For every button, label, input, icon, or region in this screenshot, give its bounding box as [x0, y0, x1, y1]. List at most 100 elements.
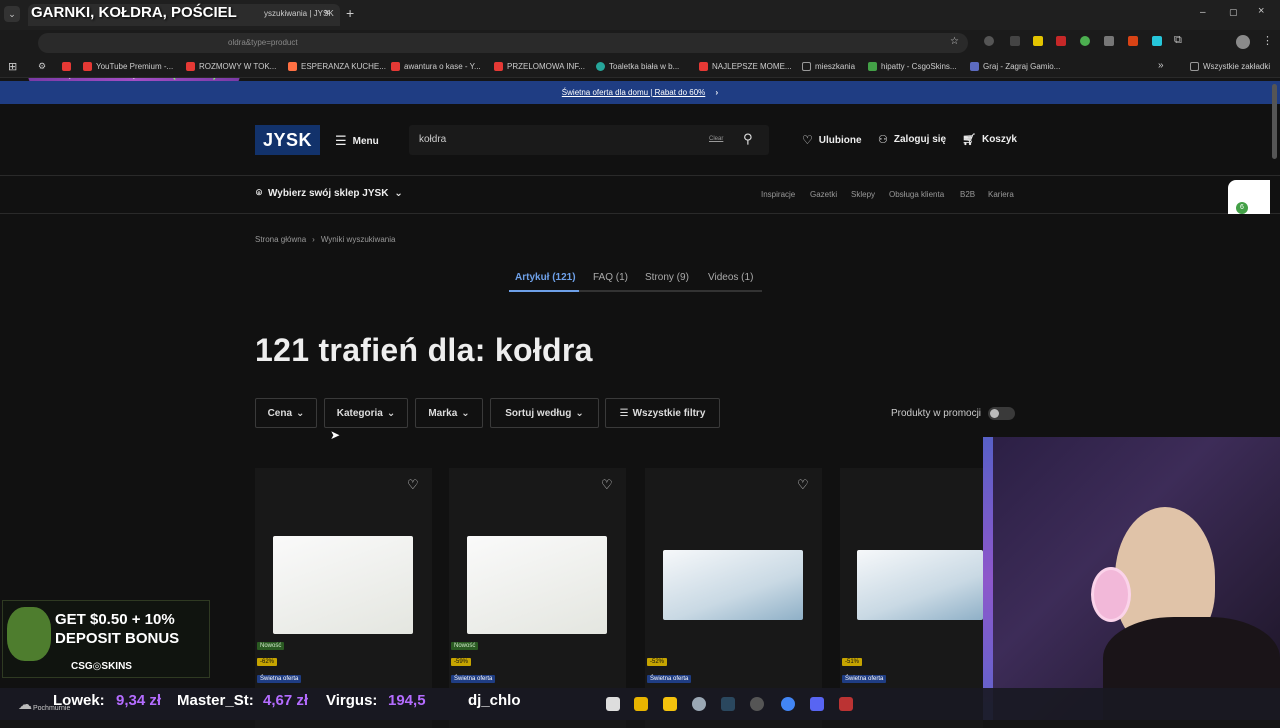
- bookmark-item[interactable]: hipatty - CsgoSkins...: [868, 62, 957, 71]
- heart-icon[interactable]: ♡: [601, 477, 613, 493]
- apps-grid-icon[interactable]: ⊞: [8, 60, 17, 73]
- streamer-webcam: [983, 437, 1280, 720]
- bookmark-favicon: [186, 62, 195, 71]
- csgoskins-ad: GET $0.50 + 10% DEPOSIT BONUS CSG◎SKINS: [2, 600, 210, 678]
- discord-icon[interactable]: [810, 697, 824, 711]
- filter-price[interactable]: Cena ⌄: [255, 398, 317, 428]
- app-icon[interactable]: [839, 697, 853, 711]
- chevron-right-icon: ›: [715, 88, 719, 97]
- more-bookmarks-icon[interactable]: »: [1158, 60, 1164, 71]
- promo-banner[interactable]: Świetna oferta dla domu | Rabat do 60% ›: [0, 81, 1280, 104]
- cart-link[interactable]: 🛒︎ Koszyk: [962, 133, 1017, 146]
- search-icon[interactable]: ⚲: [743, 131, 753, 147]
- chrome-icon[interactable]: [781, 697, 795, 711]
- product-image[interactable]: [467, 536, 607, 634]
- maximize-icon[interactable]: ▢: [1229, 7, 1238, 18]
- login-link[interactable]: ⚇ Zaloguj się: [878, 133, 946, 146]
- filter-label: Marka: [428, 407, 458, 419]
- adblock-icon[interactable]: [1056, 36, 1066, 46]
- bookmark-item[interactable]: Toaletka biała w b...: [596, 62, 679, 71]
- bookmark-item[interactable]: PRZELOMOWA INF...: [494, 62, 585, 71]
- bookmark-item[interactable]: ESPERANZA KUCHE...: [288, 62, 386, 71]
- breadcrumb-home[interactable]: Strona główna: [255, 235, 306, 244]
- extension-icon[interactable]: [1128, 36, 1138, 46]
- product-image[interactable]: [857, 550, 983, 620]
- heart-icon[interactable]: ♡: [797, 477, 809, 493]
- youtube-icon[interactable]: [62, 62, 71, 71]
- bookmark-item[interactable]: awantura o kase - Y...: [391, 62, 481, 71]
- bookmark-item[interactable]: ROZMOWY W TOK...: [186, 62, 276, 71]
- steam-icon[interactable]: [721, 697, 735, 711]
- bookmark-star-icon[interactable]: ☆: [950, 36, 959, 47]
- tab-pages[interactable]: Strony (9): [645, 272, 689, 283]
- app-icon[interactable]: [750, 697, 764, 711]
- all-bookmarks[interactable]: Wszystkie zakładki: [1190, 62, 1270, 71]
- product-image[interactable]: [273, 536, 413, 634]
- promo-toggle[interactable]: [988, 407, 1015, 420]
- settings-app-icon[interactable]: [692, 697, 706, 711]
- bookmark-favicon: [596, 62, 605, 71]
- favorites-link[interactable]: ♡ Ulubione: [802, 133, 862, 147]
- bookmark-favicon: [391, 62, 400, 71]
- extension-icon[interactable]: [1080, 36, 1090, 46]
- tab-faq[interactable]: FAQ (1): [593, 272, 628, 283]
- extension-icon[interactable]: [1152, 36, 1162, 46]
- url-field[interactable]: oldra&type=product ☆: [38, 33, 968, 53]
- search-input[interactable]: kołdra Clear ⚲: [409, 125, 769, 155]
- tab-search-icon[interactable]: ⌄: [4, 6, 20, 22]
- bookmark-item[interactable]: mieszkania: [802, 62, 855, 71]
- extension-icon[interactable]: [1033, 36, 1043, 46]
- store-icon[interactable]: [663, 697, 677, 711]
- subnav-link-inspiracje[interactable]: Inspiracje: [761, 190, 795, 199]
- filter-label: Kategoria: [336, 407, 383, 419]
- profile-avatar[interactable]: [1236, 35, 1250, 49]
- widget-badge: 6: [1236, 202, 1248, 214]
- bookmarks-bar: ⊞ ⚙ YouTube Premium -... ROZMOWY W TOK..…: [0, 56, 1280, 78]
- filter-brand[interactable]: Marka ⌄: [415, 398, 483, 428]
- new-tab-icon[interactable]: +: [346, 5, 354, 21]
- badge-offer: Świetna oferta: [842, 675, 887, 683]
- subnav-link-gazetki[interactable]: Gazetki: [810, 190, 837, 199]
- chevron-down-icon: ⌄: [386, 407, 396, 419]
- extension-icon[interactable]: [984, 36, 994, 46]
- filter-sort[interactable]: Sortuj według ⌄: [490, 398, 599, 428]
- filter-all[interactable]: ☰ Wszystkie filtry: [605, 398, 720, 428]
- kebab-menu-icon[interactable]: ⋮: [1262, 34, 1273, 47]
- subnav-link-obsluga[interactable]: Obsługa klienta: [889, 190, 944, 199]
- sub-navigation: ⌾ Wybierz swój sklep JYSK ⌄ Inspiracje G…: [0, 176, 1280, 222]
- menu-button[interactable]: ☰ Menu: [335, 133, 379, 149]
- favorites-label: Ulubione: [818, 134, 862, 146]
- subnav-link-kariera[interactable]: Kariera: [988, 190, 1014, 199]
- bookmark-item[interactable]: Graj - Zagraj Gamio...: [970, 62, 1060, 71]
- bookmark-item[interactable]: YouTube Premium -...: [83, 62, 173, 71]
- ticker-name: Master_St:: [177, 692, 254, 709]
- product-image[interactable]: [663, 550, 803, 620]
- toggle-knob: [990, 409, 999, 418]
- tab-videos[interactable]: Videos (1): [708, 272, 753, 283]
- filter-category[interactable]: Kategoria ⌄: [324, 398, 408, 428]
- badge-discount: -51%: [842, 658, 863, 666]
- store-selector[interactable]: ⌾ Wybierz swój sklep JYSK ⌄: [256, 188, 403, 199]
- file-explorer-icon[interactable]: [634, 697, 648, 711]
- window-close-icon[interactable]: ×: [1258, 5, 1264, 17]
- ad-brand: CSG◎SKINS: [71, 661, 132, 672]
- tab-close-icon[interactable]: ×: [324, 7, 330, 19]
- bookmark-label: Toaletka biała w b...: [609, 62, 680, 71]
- shield-icon[interactable]: [1104, 36, 1114, 46]
- subnav-link-b2b[interactable]: B2B: [960, 190, 975, 199]
- task-view-icon[interactable]: [606, 697, 620, 711]
- minimize-icon[interactable]: –: [1200, 7, 1206, 18]
- scrollbar-thumb[interactable]: [1272, 84, 1277, 159]
- promo-text[interactable]: Świetna oferta dla domu | Rabat do 60%: [562, 88, 706, 97]
- jysk-logo[interactable]: JYSK: [255, 125, 320, 155]
- badge-discount: -59%: [451, 658, 472, 666]
- heart-icon[interactable]: ♡: [407, 477, 419, 493]
- tab-articles[interactable]: Artykuł (121): [515, 272, 576, 283]
- bookmark-item[interactable]: NAJLEPSZE MOME...: [699, 62, 792, 71]
- store-label: Wybierz swój sklep JYSK: [268, 188, 389, 199]
- settings-icon[interactable]: ⚙: [38, 61, 46, 72]
- subnav-link-sklepy[interactable]: Sklepy: [851, 190, 875, 199]
- clear-button[interactable]: Clear: [709, 136, 723, 142]
- extension-icon[interactable]: [1010, 36, 1020, 46]
- puzzle-icon[interactable]: ⧉: [1174, 34, 1182, 47]
